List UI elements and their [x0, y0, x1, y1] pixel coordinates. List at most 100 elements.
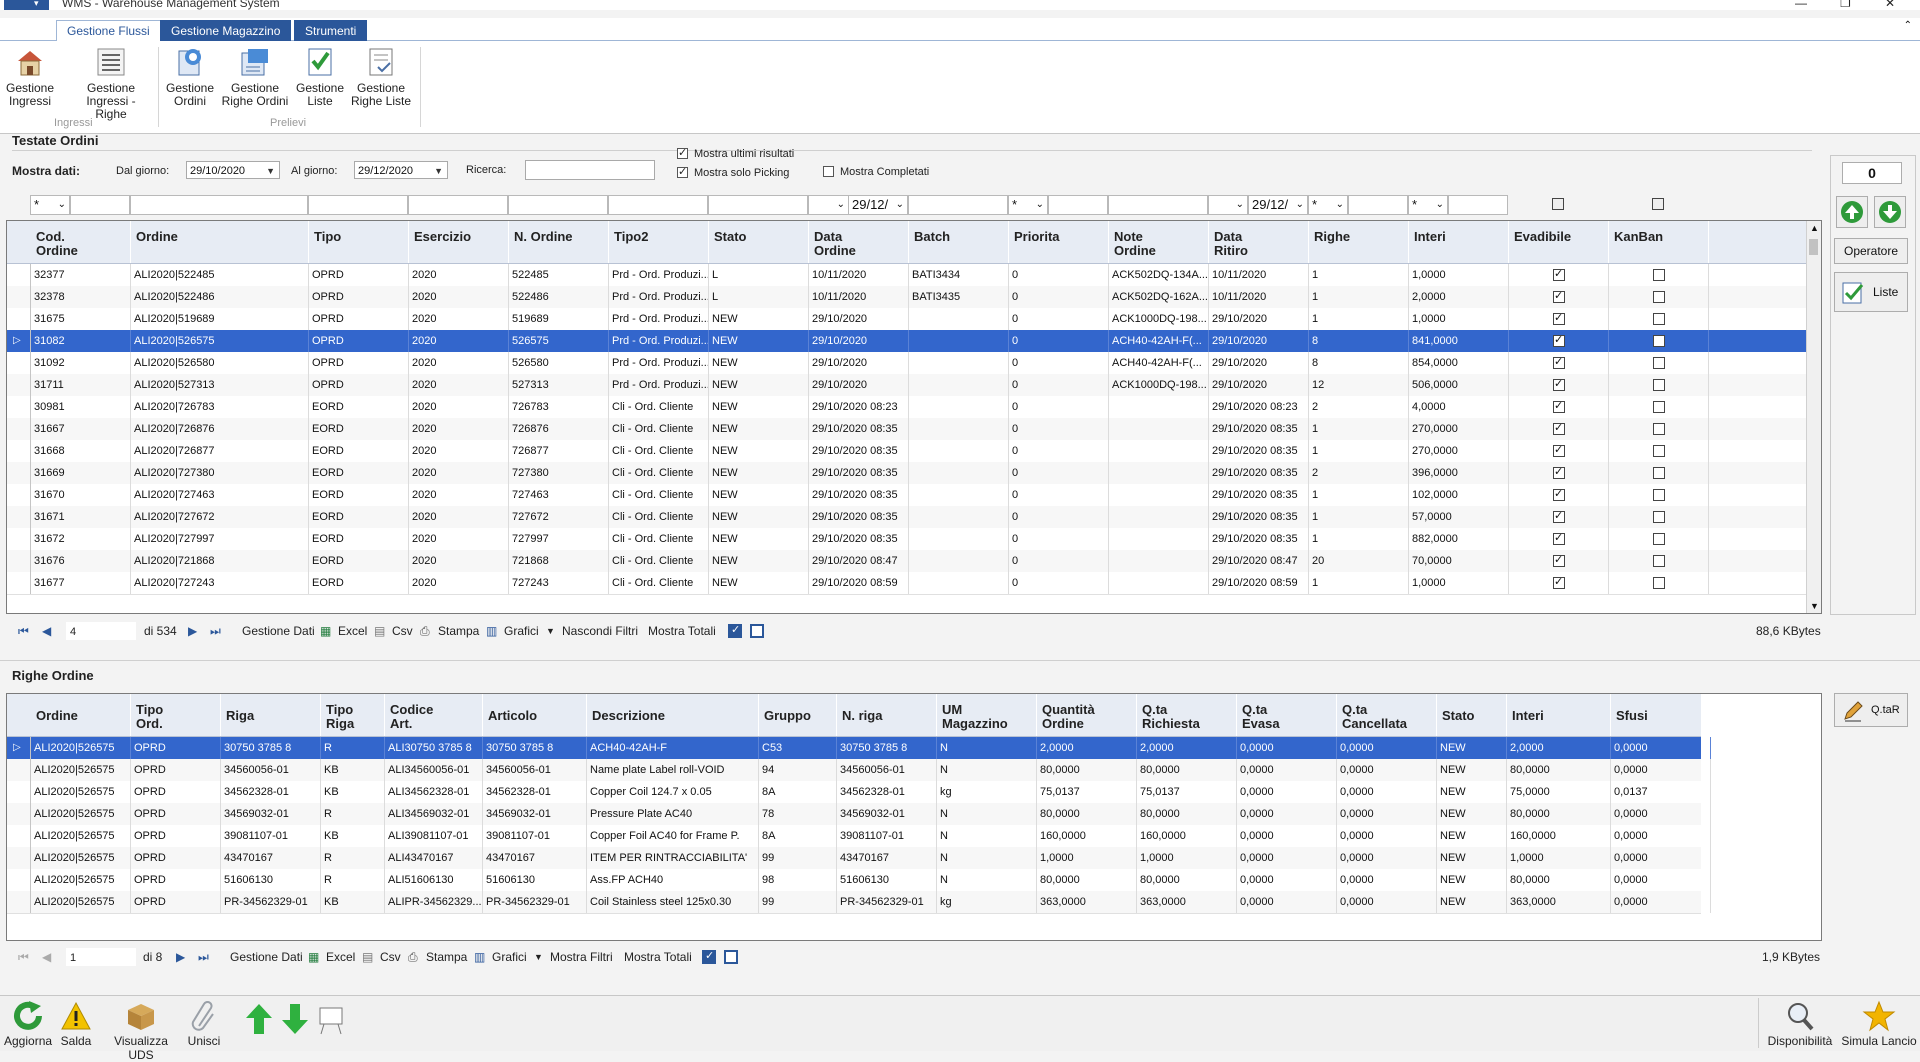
column-header-n-riga[interactable]: N. riga	[837, 694, 937, 736]
evadibile-checkbox[interactable]	[1553, 333, 1565, 347]
chevron-down-icon[interactable]: ▼	[546, 626, 555, 636]
move-up-green-button[interactable]	[244, 1000, 274, 1039]
cell-kanban[interactable]	[1609, 264, 1709, 286]
kanban-checkbox[interactable]	[1653, 269, 1665, 281]
filter-data-ordine[interactable]: 29/12/⌄	[848, 195, 908, 215]
row-header[interactable]	[7, 825, 31, 847]
filter-cell[interactable]	[130, 195, 308, 215]
table-row[interactable]: 31675 ALI2020|519689 OPRD 2020 519689 Prd - O…	[7, 308, 1807, 331]
cell-evadibile[interactable]	[1509, 308, 1609, 330]
mostra-totali-button[interactable]: Mostra Totali	[624, 950, 692, 964]
ricerca-input[interactable]	[525, 160, 655, 180]
column-header-stato[interactable]: Stato	[709, 221, 809, 263]
chevron-down-icon[interactable]: ⌄	[1036, 196, 1044, 214]
evadibile-checkbox[interactable]	[1553, 377, 1565, 391]
salda-button[interactable]: Salda	[58, 1000, 94, 1048]
column-header-cod-ordine[interactable]: Cod. Ordine	[31, 221, 131, 263]
row-header[interactable]	[7, 550, 31, 572]
cell-kanban[interactable]	[1609, 572, 1709, 594]
column-header-note-ordine[interactable]: Note Ordine	[1109, 221, 1209, 263]
prev-page-icon[interactable]: ◀	[42, 950, 51, 964]
kanban-checkbox[interactable]	[1653, 577, 1665, 589]
cell-evadibile[interactable]	[1509, 286, 1609, 308]
table-row[interactable]: ALI2020|526575 OPRD 39081107-01 KB ALI390811…	[7, 825, 1711, 848]
table-row[interactable]: ALI2020|526575 OPRD 43470167 R ALI43470167 43…	[7, 847, 1711, 870]
column-header-righe[interactable]: Righe	[1309, 221, 1409, 263]
csv-button[interactable]: Csv	[380, 950, 401, 964]
scroll-down-icon[interactable]: ▼	[1810, 601, 1819, 611]
row-header[interactable]	[7, 528, 31, 550]
move-down-green-button[interactable]	[280, 1000, 310, 1039]
column-header-quantita-ordine[interactable]: Quantità Ordine	[1037, 694, 1137, 736]
filter-interi[interactable]: * ⌄	[1408, 195, 1448, 215]
filter-cell[interactable]	[908, 195, 1008, 215]
filter-cell[interactable]	[508, 195, 608, 215]
evadibile-checkbox[interactable]	[1553, 575, 1565, 589]
column-header-data-ritiro[interactable]: Data Ritiro	[1209, 221, 1309, 263]
row-header[interactable]	[7, 572, 31, 594]
move-down-button[interactable]	[1874, 196, 1906, 228]
restore-icon[interactable]: ❐	[1840, 0, 1851, 10]
disponibilita-button[interactable]: Disponibilità	[1764, 1000, 1836, 1048]
gestione-righe-liste-button[interactable]: Gestione Righe Liste	[350, 45, 412, 108]
row-header[interactable]	[7, 352, 31, 374]
table-row[interactable]: ▷ ALI2020|526575 OPRD 30750 3785 8 R ALI30750…	[7, 737, 1711, 760]
mostra-solo-picking-checkbox[interactable]	[677, 165, 688, 178]
table-row[interactable]: 31671 ALI2020|727672 EORD 2020 727672 Cli - O…	[7, 506, 1807, 529]
prev-page-icon[interactable]: ◀	[42, 624, 51, 638]
liste-button[interactable]: Liste	[1834, 272, 1908, 312]
kanban-checkbox[interactable]	[1653, 423, 1665, 435]
table-row[interactable]: 31668 ALI2020|726877 EORD 2020 726877 Cli - O…	[7, 440, 1807, 463]
column-header-priorita[interactable]: Priorita	[1009, 221, 1109, 263]
column-header-interi[interactable]: Interi	[1409, 221, 1509, 263]
visualizza-uds-button[interactable]: Visualizza UDS	[100, 1000, 182, 1062]
kanban-checkbox[interactable]	[1653, 555, 1665, 567]
cell-evadibile[interactable]	[1509, 506, 1609, 528]
tab-gestione-flussi[interactable]: Gestione Flussi	[56, 20, 161, 43]
evadibile-checkbox[interactable]	[1553, 355, 1565, 369]
filter-checkbox[interactable]	[1652, 198, 1664, 210]
aggiorna-button[interactable]: Aggiorna	[4, 1000, 52, 1048]
grafici-button[interactable]: Grafici	[492, 950, 527, 964]
kanban-checkbox[interactable]	[1653, 357, 1665, 369]
table-row[interactable]: ALI2020|526575 OPRD 34560056-01 KB ALI345600…	[7, 759, 1711, 782]
filter-cell[interactable]	[1108, 195, 1208, 215]
table-row[interactable]: 31092 ALI2020|526580 OPRD 2020 526580 Prd - O…	[7, 352, 1807, 375]
filter-first[interactable]: * ⌄	[30, 195, 70, 215]
mostra-ultimi-checkbox[interactable]	[677, 146, 688, 159]
cell-evadibile[interactable]	[1509, 462, 1609, 484]
row-header[interactable]	[7, 891, 31, 913]
kanban-checkbox[interactable]	[1653, 467, 1665, 479]
column-header-um-magazzino[interactable]: UM Magazzino	[937, 694, 1037, 736]
table-row[interactable]: 31672 ALI2020|727997 EORD 2020 727997 Cli - O…	[7, 528, 1807, 551]
filter-data-ritiro[interactable]: 29/12/⌄	[1248, 195, 1308, 215]
kanban-checkbox[interactable]	[1653, 445, 1665, 457]
cell-evadibile[interactable]	[1509, 484, 1609, 506]
column-header-kanban[interactable]: KanBan	[1609, 221, 1709, 263]
toggle-option-checkbox[interactable]	[724, 950, 738, 964]
chevron-down-icon[interactable]: ⌄	[1296, 196, 1304, 214]
toggle-totali-checkbox[interactable]	[728, 623, 742, 638]
gestione-dati-button[interactable]: Gestione Dati	[230, 950, 303, 964]
chevron-down-icon[interactable]: ⌄	[1236, 196, 1244, 214]
table-row[interactable]: 31667 ALI2020|726876 EORD 2020 726876 Cli - O…	[7, 418, 1807, 441]
cell-kanban[interactable]	[1609, 352, 1709, 374]
column-header-qta-evasa[interactable]: Q.ta Evasa	[1237, 694, 1337, 736]
cell-evadibile[interactable]	[1509, 396, 1609, 418]
row-header[interactable]	[7, 264, 31, 286]
table-row[interactable]: 31670 ALI2020|727463 EORD 2020 727463 Cli - O…	[7, 484, 1807, 507]
table-row[interactable]: 30981 ALI2020|726783 EORD 2020 726783 Cli - O…	[7, 396, 1807, 419]
cell-kanban[interactable]	[1609, 506, 1709, 528]
first-page-icon[interactable]: ⏮	[18, 624, 29, 639]
column-header-n-ordine[interactable]: N. Ordine	[509, 221, 609, 263]
row-header[interactable]	[7, 440, 31, 462]
scroll-thumb[interactable]	[1809, 239, 1818, 255]
evadibile-checkbox[interactable]	[1553, 443, 1565, 457]
unisci-button[interactable]: Unisci	[184, 1000, 224, 1048]
chevron-down-icon[interactable]: ⌄	[837, 196, 845, 214]
cell-kanban[interactable]	[1609, 418, 1709, 440]
kanban-checkbox[interactable]	[1653, 379, 1665, 391]
row-header[interactable]: ▷	[7, 330, 31, 352]
close-icon[interactable]: ✕	[1885, 0, 1895, 10]
kanban-checkbox[interactable]	[1653, 489, 1665, 501]
